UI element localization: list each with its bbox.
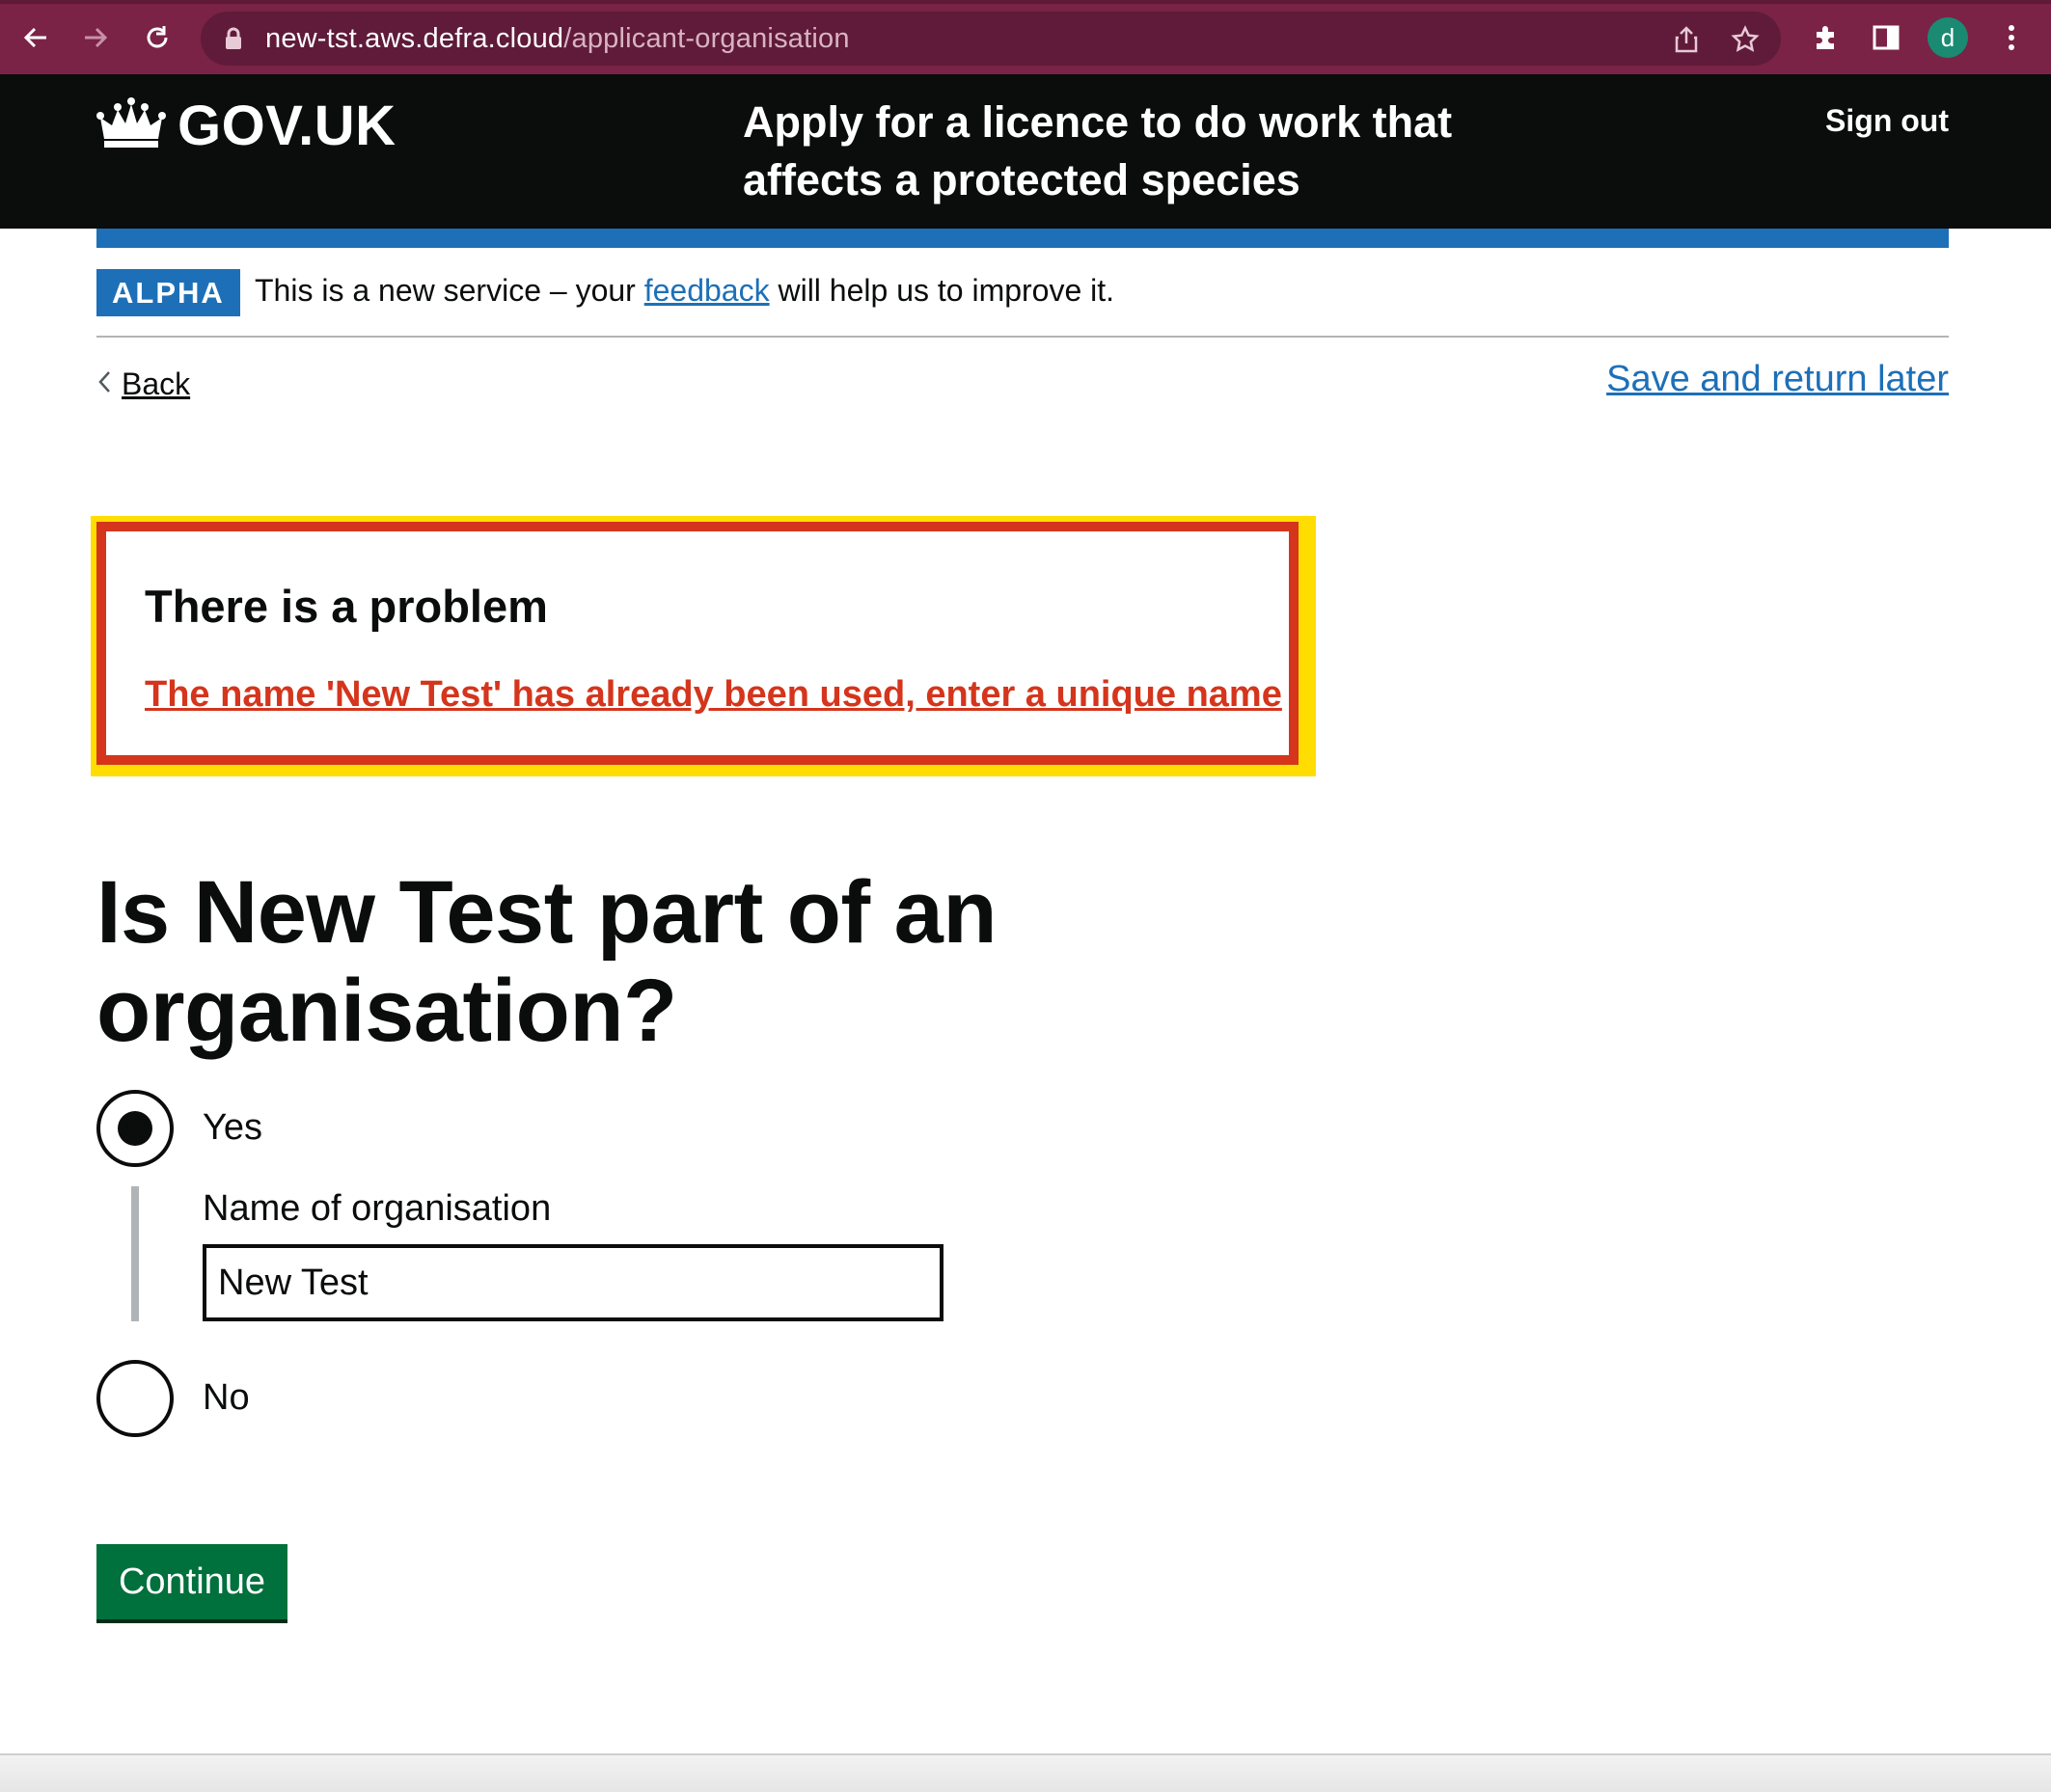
url-text[interactable]: new-tst.aws.defra.cloud/applicant-organi… bbox=[265, 23, 850, 55]
reload-icon[interactable] bbox=[137, 17, 178, 58]
govuk-header: GOV.UK Apply for a licence to do work th… bbox=[0, 74, 2051, 229]
radio-yes-selected-dot bbox=[118, 1111, 152, 1146]
phase-tag: ALPHA bbox=[96, 269, 240, 316]
back-link[interactable]: Back bbox=[96, 367, 190, 402]
window-bottom-edge bbox=[0, 1755, 2051, 1792]
back-arrow-icon[interactable] bbox=[15, 17, 56, 58]
org-name-label: Name of organisation bbox=[203, 1188, 552, 1229]
lock-icon[interactable] bbox=[224, 26, 243, 56]
radio-yes[interactable] bbox=[96, 1090, 174, 1167]
chevron-left-icon bbox=[96, 367, 112, 402]
phase-text-after: will help us to improve it. bbox=[769, 273, 1115, 308]
url-path: /applicant-organisation bbox=[563, 23, 850, 54]
logo-text: GOV.UK bbox=[178, 95, 397, 157]
profile-initial: d bbox=[1940, 22, 1955, 52]
feedback-link[interactable]: feedback bbox=[644, 273, 770, 308]
side-panel-icon[interactable] bbox=[1866, 17, 1906, 58]
phase-text: This is a new service – your feedback wi… bbox=[255, 273, 1114, 309]
share-icon[interactable] bbox=[1673, 25, 1700, 59]
save-and-return-later-link[interactable]: Save and return later bbox=[1606, 359, 1949, 400]
phase-banner: ALPHA This is a new service – your feedb… bbox=[96, 269, 1949, 338]
forward-arrow-icon[interactable] bbox=[75, 17, 116, 58]
kebab-menu-icon[interactable] bbox=[1991, 17, 2032, 58]
continue-button[interactable]: Continue bbox=[96, 1544, 287, 1619]
error-summary-title: There is a problem bbox=[145, 581, 548, 632]
radio-no[interactable] bbox=[96, 1360, 174, 1437]
back-link-label: Back bbox=[122, 367, 191, 401]
radio-no-label[interactable]: No bbox=[203, 1377, 250, 1419]
tab-strip-edge bbox=[0, 0, 2051, 4]
browser-toolbar: new-tst.aws.defra.cloud/applicant-organi… bbox=[0, 0, 2051, 74]
extensions-icon[interactable] bbox=[1806, 17, 1846, 58]
header-blue-bar bbox=[96, 229, 1949, 248]
org-name-input[interactable] bbox=[203, 1244, 943, 1321]
crown-icon bbox=[96, 96, 166, 155]
phase-text-before: This is a new service – your bbox=[255, 273, 644, 308]
error-summary: There is a problem The name 'New Test' h… bbox=[96, 522, 1299, 765]
conditional-reveal-bar bbox=[131, 1186, 139, 1321]
radio-yes-label[interactable]: Yes bbox=[203, 1107, 262, 1149]
govuk-logo[interactable]: GOV.UK bbox=[96, 94, 396, 158]
service-name[interactable]: Apply for a licence to do work that affe… bbox=[743, 94, 1476, 209]
address-bar[interactable]: new-tst.aws.defra.cloud/applicant-organi… bbox=[201, 12, 1781, 66]
page-title: Is New Test part of an organisation? bbox=[96, 863, 998, 1060]
error-summary-link[interactable]: The name 'New Test' has already been use… bbox=[145, 674, 1282, 716]
bookmark-star-icon[interactable] bbox=[1731, 25, 1760, 59]
url-host: new-tst.aws.defra.cloud bbox=[265, 23, 564, 54]
profile-avatar[interactable]: d bbox=[1928, 17, 1968, 58]
sign-out-link[interactable]: Sign out bbox=[1825, 103, 1949, 139]
